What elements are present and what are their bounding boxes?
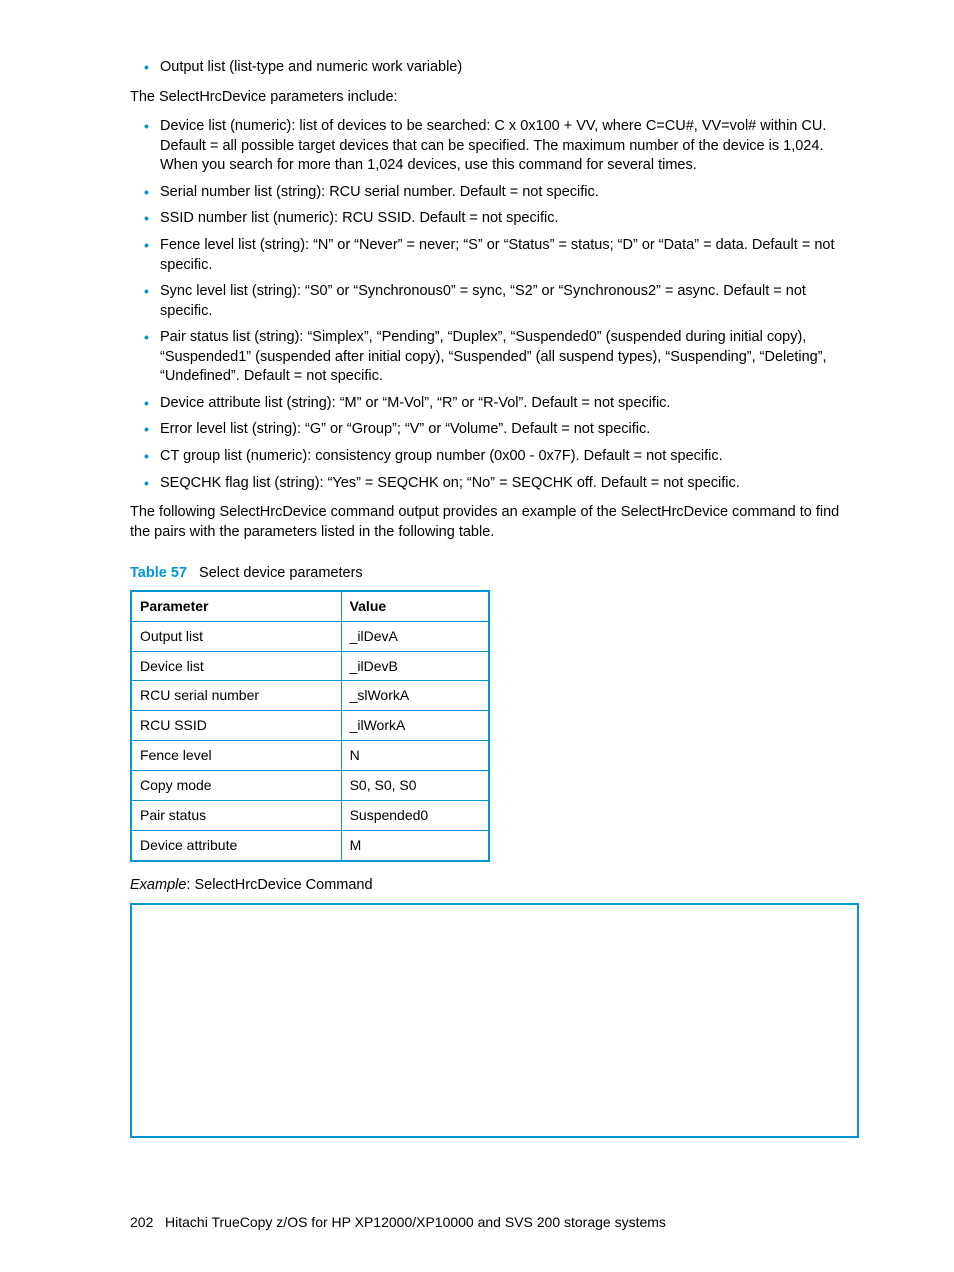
footer-text: Hitachi TrueCopy z/OS for HP XP12000/XP1… <box>165 1214 666 1230</box>
cell-value: _slWorkA <box>341 681 489 711</box>
table-header-row: Parameter Value <box>131 591 489 621</box>
table-row: Copy modeS0, S0, S0 <box>131 771 489 801</box>
table-row: Output list_ilDevA <box>131 621 489 651</box>
table-row: Fence levelN <box>131 741 489 771</box>
intro-paragraph: The SelectHrcDevice parameters include: <box>130 88 859 108</box>
list-item: Device list (numeric): list of devices t… <box>160 117 859 176</box>
list-item: Device attribute list (string): “M” or “… <box>160 394 859 414</box>
list-item: Fence level list (string): “N” or “Never… <box>160 236 859 275</box>
cell-param: RCU serial number <box>131 681 341 711</box>
table-row: RCU serial number_slWorkA <box>131 681 489 711</box>
list-item: Sync level list (string): “S0” or “Synch… <box>160 282 859 321</box>
example-code-box <box>130 903 859 1138</box>
cell-param: Pair status <box>131 801 341 831</box>
list-item: Pair status list (string): “Simplex”, “P… <box>160 328 859 387</box>
cell-param: Output list <box>131 621 341 651</box>
page-number: 202 <box>130 1214 153 1230</box>
table-title: Select device parameters <box>199 565 363 581</box>
cell-param: Device list <box>131 651 341 681</box>
list-item: SSID number list (numeric): RCU SSID. De… <box>160 209 859 229</box>
cell-param: Fence level <box>131 741 341 771</box>
table-row: Device attributeM <box>131 830 489 860</box>
outro-paragraph: The following SelectHrcDevice command ou… <box>130 503 859 542</box>
cell-value: _ilDevB <box>341 651 489 681</box>
list-item: CT group list (numeric): consistency gro… <box>160 447 859 467</box>
cell-value: _ilDevA <box>341 621 489 651</box>
list-item: Output list (list-type and numeric work … <box>160 58 859 78</box>
cell-param: Copy mode <box>131 771 341 801</box>
bullet-list-a: Output list (list-type and numeric work … <box>130 58 859 78</box>
cell-value: S0, S0, S0 <box>341 771 489 801</box>
col-header-parameter: Parameter <box>131 591 341 621</box>
list-item: Serial number list (string): RCU serial … <box>160 183 859 203</box>
cell-param: RCU SSID <box>131 711 341 741</box>
list-item: Error level list (string): “G” or “Group… <box>160 420 859 440</box>
example-label: Example: SelectHrcDevice Command <box>130 876 859 896</box>
bullet-list-b: Device list (numeric): list of devices t… <box>130 117 859 493</box>
page-footer: 202 Hitachi TrueCopy z/OS for HP XP12000… <box>130 1213 859 1232</box>
example-label-text: : SelectHrcDevice Command <box>186 877 372 893</box>
col-header-value: Value <box>341 591 489 621</box>
table-number: Table 57 <box>130 565 187 581</box>
table-row: Pair statusSuspended0 <box>131 801 489 831</box>
list-item: SEQCHK flag list (string): “Yes” = SEQCH… <box>160 474 859 494</box>
cell-value: N <box>341 741 489 771</box>
table-row: RCU SSID_ilWorkA <box>131 711 489 741</box>
cell-value: _ilWorkA <box>341 711 489 741</box>
example-label-italic: Example <box>130 877 186 893</box>
parameters-table: Parameter Value Output list_ilDevA Devic… <box>130 590 490 862</box>
cell-value: M <box>341 830 489 860</box>
table-caption: Table 57 Select device parameters <box>130 564 859 584</box>
table-row: Device list_ilDevB <box>131 651 489 681</box>
cell-param: Device attribute <box>131 830 341 860</box>
cell-value: Suspended0 <box>341 801 489 831</box>
